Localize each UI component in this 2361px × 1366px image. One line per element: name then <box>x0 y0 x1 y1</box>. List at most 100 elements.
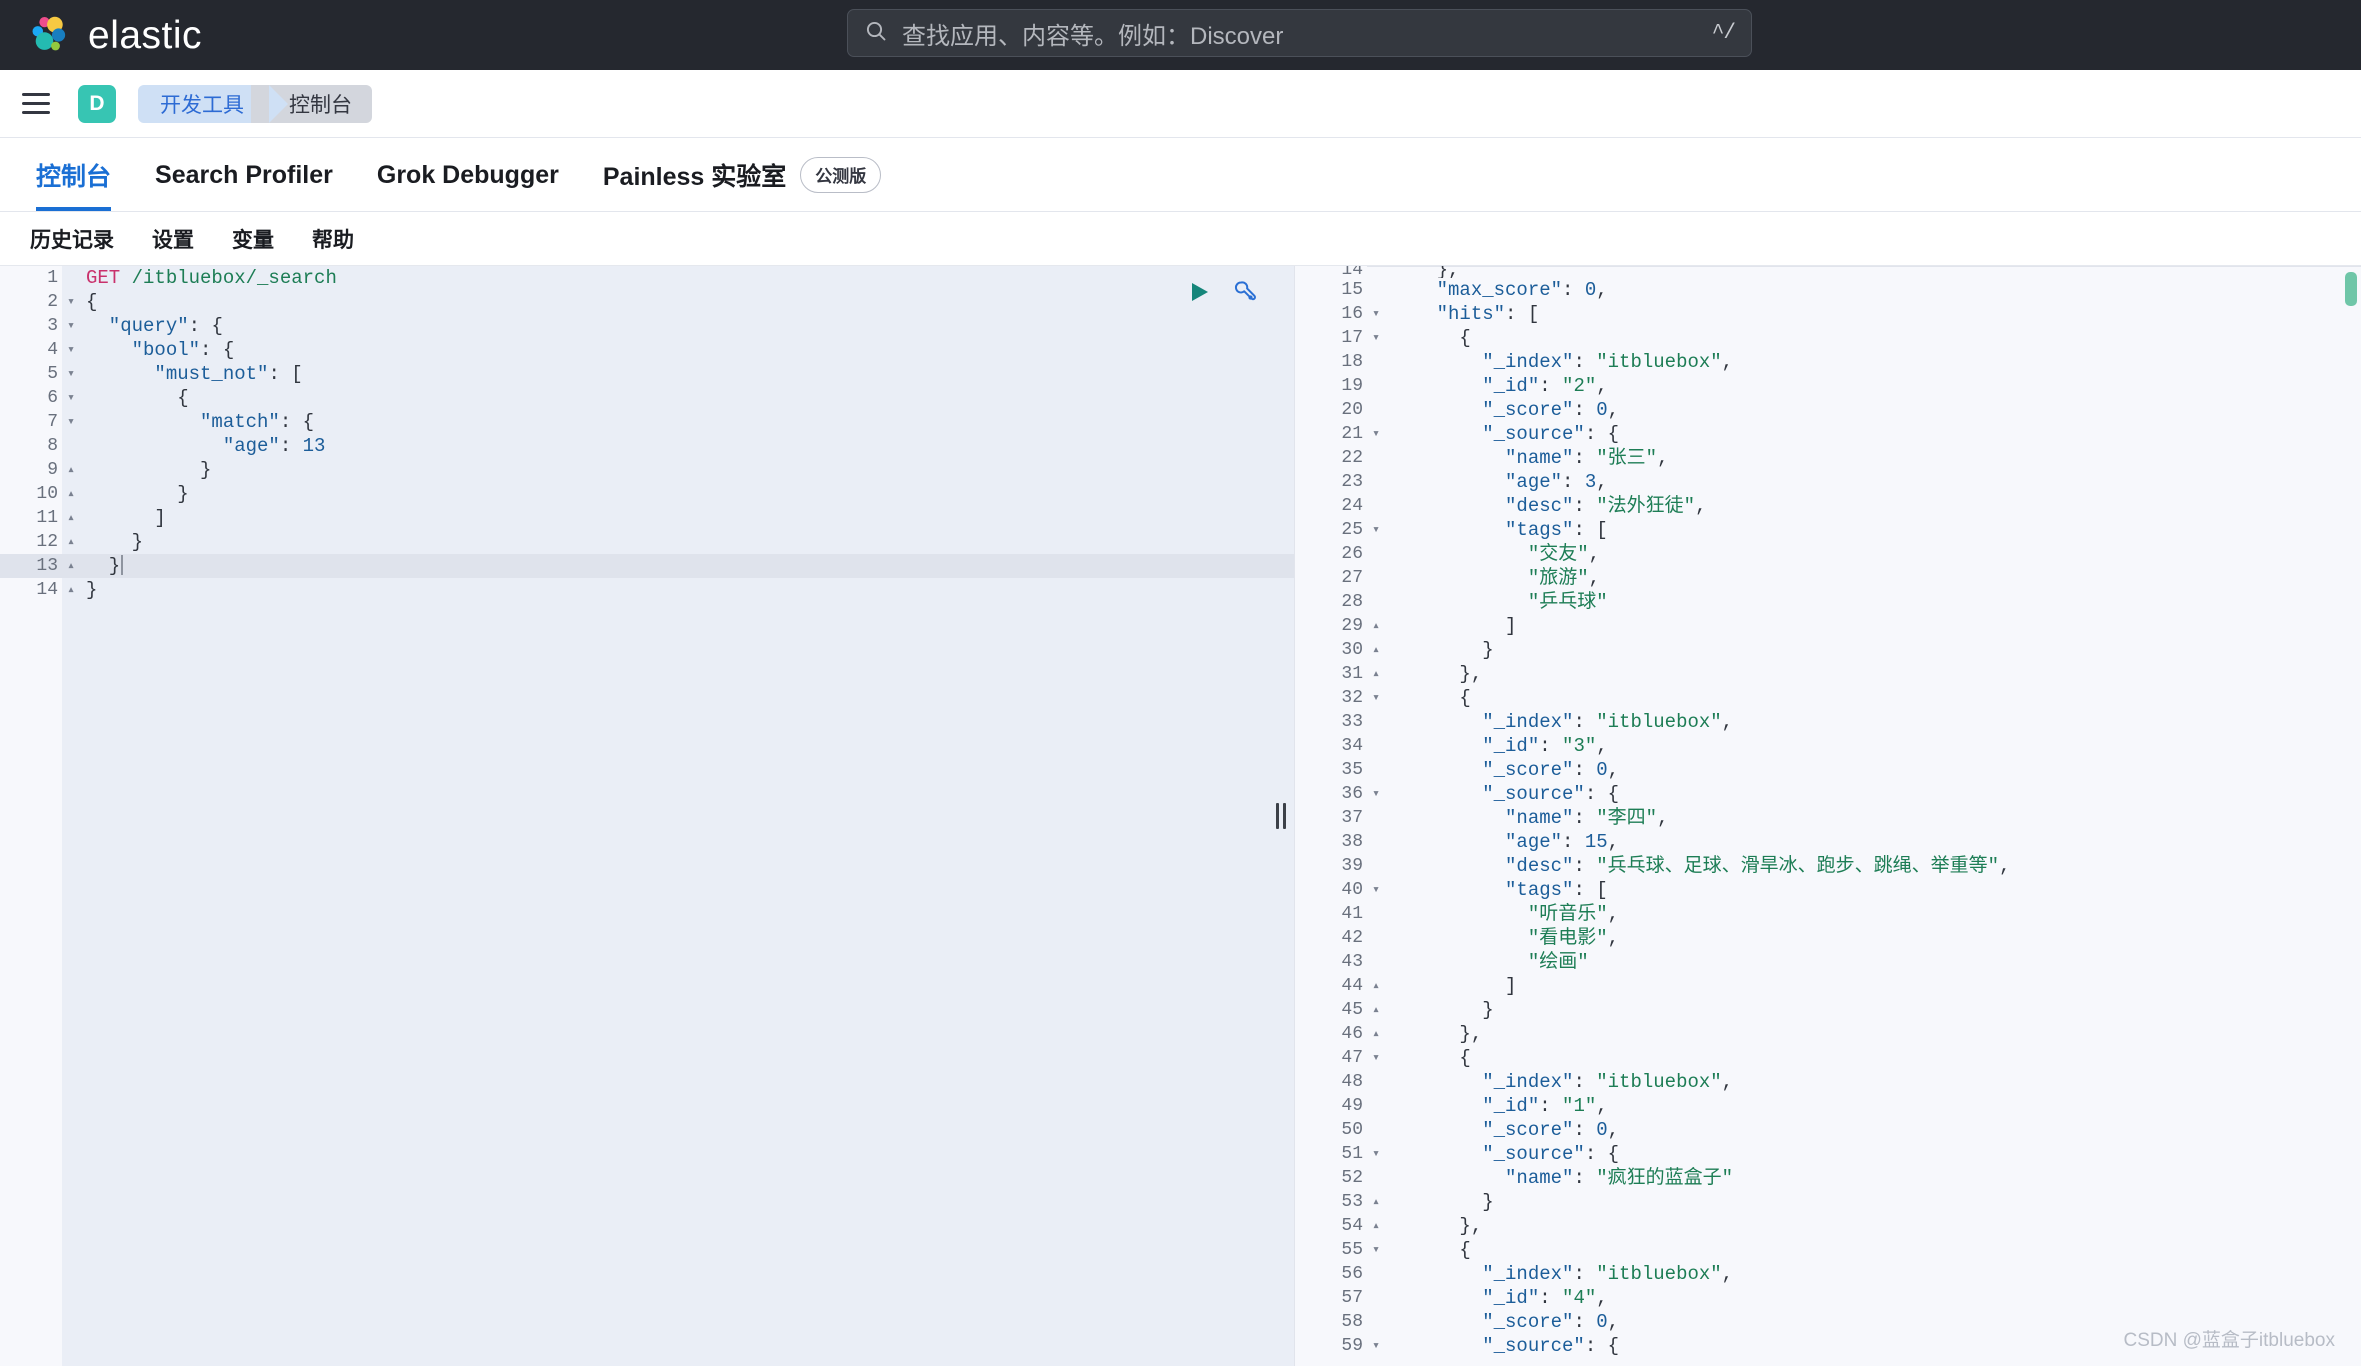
response-viewer-lines[interactable]: 14 }, 15 "max_score": 0, 16 ▾ "hits": [17 ▾ … <box>1295 266 2361 1358</box>
fold-toggle-icon[interactable]: ▾ <box>62 410 80 434</box>
code-line[interactable]: 9 ▴ } <box>0 458 1294 482</box>
tab-grok-debugger[interactable]: Grok Debugger <box>355 139 581 211</box>
fold-toggle-icon[interactable]: ▴ <box>1367 1214 1385 1238</box>
code-line[interactable]: 25 ▾ "tags": [ <box>1295 518 2361 542</box>
console-menu-settings[interactable]: 设置 <box>136 218 210 260</box>
fold-toggle-icon[interactable]: ▾ <box>1367 878 1385 902</box>
fold-toggle-icon[interactable]: ▴ <box>62 506 80 530</box>
fold-toggle-icon[interactable]: ▴ <box>62 482 80 506</box>
code-line[interactable]: 2 ▾ { <box>0 290 1294 314</box>
code-line[interactable]: 19 "_id": "2", <box>1295 374 2361 398</box>
code-line[interactable]: 17 ▾ { <box>1295 326 2361 350</box>
space-avatar[interactable]: D <box>78 84 116 123</box>
fold-toggle-icon[interactable]: ▾ <box>1367 1334 1385 1358</box>
code-line[interactable]: 15 "max_score": 0, <box>1295 278 2361 302</box>
code-line[interactable]: 38 "age": 15, <box>1295 830 2361 854</box>
fold-toggle-icon[interactable]: ▾ <box>1367 326 1385 350</box>
pane-splitter-handle[interactable] <box>1269 266 1293 1366</box>
code-line[interactable]: 10 ▴ } <box>0 482 1294 506</box>
response-scrollbar[interactable] <box>2345 272 2357 306</box>
code-line[interactable]: 27 "旅游", <box>1295 566 2361 590</box>
code-line[interactable]: 4 ▾ "bool": { <box>0 338 1294 362</box>
fold-toggle-icon[interactable]: ▾ <box>62 386 80 410</box>
code-line[interactable]: 42 "看电影", <box>1295 926 2361 950</box>
code-line[interactable]: 6 ▾ { <box>0 386 1294 410</box>
fold-toggle-icon[interactable]: ▾ <box>1367 782 1385 806</box>
code-line[interactable]: 32 ▾ { <box>1295 686 2361 710</box>
fold-toggle-icon[interactable]: ▴ <box>1367 1022 1385 1046</box>
fold-toggle-icon[interactable]: ▾ <box>1367 686 1385 710</box>
code-line[interactable]: 7 ▾ "match": { <box>0 410 1294 434</box>
code-line[interactable]: 31 ▴ }, <box>1295 662 2361 686</box>
tab-console[interactable]: 控制台 <box>14 139 133 211</box>
fold-toggle-icon[interactable]: ▾ <box>62 362 80 386</box>
code-line[interactable]: 53 ▴ } <box>1295 1190 2361 1214</box>
play-icon[interactable] <box>1186 279 1212 310</box>
fold-toggle-icon[interactable]: ▾ <box>1367 1046 1385 1070</box>
code-line[interactable]: 30 ▴ } <box>1295 638 2361 662</box>
request-editor-pane[interactable]: 1 GET /itbluebox/_search 2 ▾{3 ▾ "query": {4… <box>0 266 1295 1366</box>
code-line[interactable]: 12 ▴ } <box>0 530 1294 554</box>
code-line[interactable]: 1 GET /itbluebox/_search <box>0 266 1294 290</box>
code-line[interactable]: 37 "name": "李四", <box>1295 806 2361 830</box>
code-line[interactable]: 51 ▾ "_source": { <box>1295 1142 2361 1166</box>
response-viewer-pane[interactable]: 14 }, 15 "max_score": 0, 16 ▾ "hits": [17 ▾ … <box>1295 266 2361 1366</box>
code-line[interactable]: 21 ▾ "_source": { <box>1295 422 2361 446</box>
tab-painless-lab[interactable]: Painless 实验室 公测版 <box>581 139 903 211</box>
fold-toggle-icon[interactable]: ▴ <box>1367 1190 1385 1214</box>
code-line[interactable]: 43 "绘画" <box>1295 950 2361 974</box>
code-line[interactable]: 56 "_index": "itbluebox", <box>1295 1262 2361 1286</box>
code-line[interactable]: 26 "交友", <box>1295 542 2361 566</box>
fold-toggle-icon[interactable]: ▴ <box>1367 998 1385 1022</box>
code-line[interactable]: 57 "_id": "4", <box>1295 1286 2361 1310</box>
brand-area[interactable]: elastic <box>0 13 202 57</box>
code-line[interactable]: 40 ▾ "tags": [ <box>1295 878 2361 902</box>
fold-toggle-icon[interactable]: ▴ <box>1367 638 1385 662</box>
code-line[interactable]: 34 "_id": "3", <box>1295 734 2361 758</box>
fold-toggle-icon[interactable]: ▾ <box>1367 1142 1385 1166</box>
code-line[interactable]: 46 ▴ }, <box>1295 1022 2361 1046</box>
fold-toggle-icon[interactable]: ▴ <box>1367 662 1385 686</box>
code-line[interactable]: 48 "_index": "itbluebox", <box>1295 1070 2361 1094</box>
fold-toggle-icon[interactable]: ▴ <box>62 554 80 578</box>
code-line[interactable]: 16 ▾ "hits": [ <box>1295 302 2361 326</box>
code-line[interactable]: 14 ▴} <box>0 578 1294 602</box>
global-search-bar[interactable]: 查找应用、内容等。例如：Discover ^/ <box>847 9 1752 57</box>
code-line[interactable]: 20 "_score": 0, <box>1295 398 2361 422</box>
wrench-icon[interactable] <box>1230 278 1258 311</box>
request-editor-lines[interactable]: 1 GET /itbluebox/_search 2 ▾{3 ▾ "query": {4… <box>0 266 1294 602</box>
fold-toggle-icon[interactable]: ▴ <box>1367 614 1385 638</box>
fold-toggle-icon[interactable]: ▾ <box>1367 1238 1385 1262</box>
fold-toggle-icon[interactable]: ▴ <box>62 530 80 554</box>
console-menu-help[interactable]: 帮助 <box>296 218 370 260</box>
code-line[interactable]: 23 "age": 3, <box>1295 470 2361 494</box>
code-line[interactable]: 54 ▴ }, <box>1295 1214 2361 1238</box>
code-line[interactable]: 33 "_index": "itbluebox", <box>1295 710 2361 734</box>
console-menu-variables[interactable]: 变量 <box>216 218 290 260</box>
code-line[interactable]: 55 ▾ { <box>1295 1238 2361 1262</box>
code-line[interactable]: 44 ▴ ] <box>1295 974 2361 998</box>
hamburger-menu-icon[interactable] <box>22 87 56 121</box>
code-line[interactable]: 45 ▴ } <box>1295 998 2361 1022</box>
code-line[interactable]: 11 ▴ ] <box>0 506 1294 530</box>
fold-toggle-icon[interactable]: ▾ <box>62 290 80 314</box>
code-line[interactable]: 18 "_index": "itbluebox", <box>1295 350 2361 374</box>
fold-toggle-icon[interactable]: ▾ <box>1367 518 1385 542</box>
fold-toggle-icon[interactable]: ▾ <box>1367 422 1385 446</box>
code-line[interactable]: 36 ▾ "_source": { <box>1295 782 2361 806</box>
code-line[interactable]: 49 "_id": "1", <box>1295 1094 2361 1118</box>
code-line[interactable]: 50 "_score": 0, <box>1295 1118 2361 1142</box>
code-line[interactable]: 5 ▾ "must_not": [ <box>0 362 1294 386</box>
code-line[interactable]: 47 ▾ { <box>1295 1046 2361 1070</box>
code-line[interactable]: 24 "desc": "法外狂徒", <box>1295 494 2361 518</box>
code-line[interactable]: 29 ▴ ] <box>1295 614 2361 638</box>
fold-toggle-icon[interactable]: ▾ <box>1367 302 1385 326</box>
tab-search-profiler[interactable]: Search Profiler <box>133 139 355 211</box>
code-line[interactable]: 35 "_score": 0, <box>1295 758 2361 782</box>
code-line[interactable]: 13 ▴ } <box>0 554 1294 578</box>
fold-toggle-icon[interactable]: ▴ <box>62 578 80 602</box>
console-menu-history[interactable]: 历史记录 <box>14 218 130 260</box>
code-line[interactable]: 52 "name": "疯狂的蓝盒子" <box>1295 1166 2361 1190</box>
code-line[interactable]: 39 "desc": "兵乓球、足球、滑旱冰、跑步、跳绳、举重等", <box>1295 854 2361 878</box>
fold-toggle-icon[interactable]: ▾ <box>62 314 80 338</box>
